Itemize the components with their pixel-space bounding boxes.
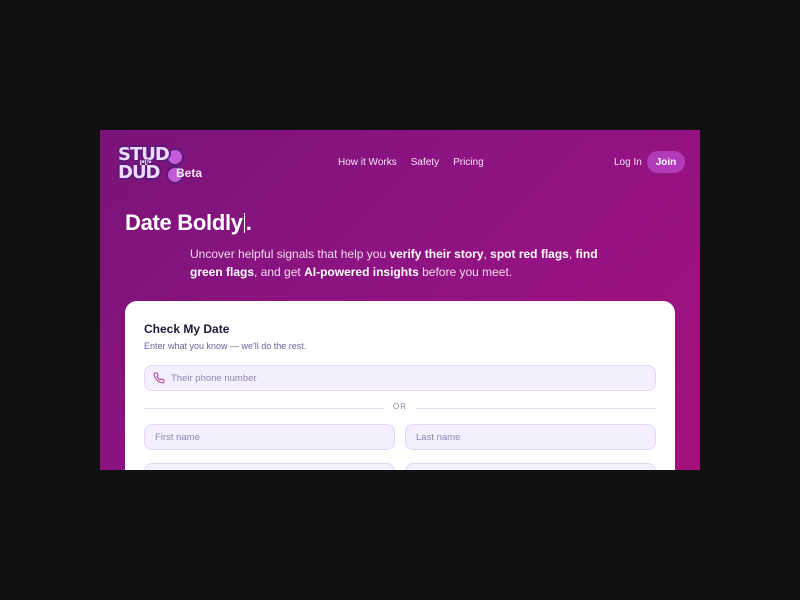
- card-subtitle: Enter what you know — we'll do the rest.: [144, 341, 307, 351]
- phone-icon: [153, 372, 165, 384]
- check-date-card: Check My Date Enter what you know — we'l…: [125, 301, 675, 470]
- hero-sub-highlight: verify their story: [389, 247, 484, 261]
- hero-title-period: .: [245, 210, 252, 235]
- hero-sub-text: Uncover helpful signals that help you: [190, 247, 390, 261]
- nav-safety[interactable]: Safety: [411, 157, 439, 168]
- first-name-placeholder: First name: [155, 431, 200, 443]
- hero-sub-text: before you meet.: [418, 265, 513, 279]
- beta-badge: Beta: [176, 166, 203, 180]
- logo-text-dud: DUD: [118, 162, 160, 183]
- hero-title: Date Boldly.: [125, 210, 252, 236]
- hero-sub-text: , and get: [254, 265, 305, 279]
- divider-line: [416, 408, 656, 409]
- hero-subtitle: Uncover helpful signals that help you ve…: [190, 245, 620, 281]
- nav-how-it-works[interactable]: How it Works: [338, 157, 397, 168]
- form-field-4[interactable]: [405, 463, 656, 470]
- typing-cursor: [243, 213, 245, 233]
- last-name-input[interactable]: Last name: [405, 424, 656, 450]
- login-link[interactable]: Log In: [614, 157, 642, 168]
- join-button[interactable]: Join: [647, 151, 685, 173]
- phone-placeholder: Their phone number: [171, 372, 257, 384]
- hero-title-text: Date Boldly: [125, 210, 243, 235]
- or-label: OR: [393, 402, 407, 411]
- brand-logo[interactable]: STUD OR DUD: [116, 144, 184, 184]
- phone-input[interactable]: Their phone number: [144, 365, 656, 391]
- hero-sub-text: ,: [568, 247, 576, 261]
- or-divider: OR: [144, 402, 656, 414]
- app-viewport: STUD OR DUD Beta How it Works Safety Pri…: [100, 130, 700, 470]
- card-title: Check My Date: [144, 322, 230, 336]
- main-nav: How it Works Safety Pricing: [338, 157, 484, 168]
- hero-sub-highlight: spot red flags: [490, 247, 569, 261]
- hero-sub-highlight: AI-powered insights: [304, 265, 419, 279]
- form-field-3[interactable]: [144, 463, 395, 470]
- first-name-input[interactable]: First name: [144, 424, 395, 450]
- last-name-placeholder: Last name: [416, 431, 461, 443]
- nav-pricing[interactable]: Pricing: [453, 157, 484, 168]
